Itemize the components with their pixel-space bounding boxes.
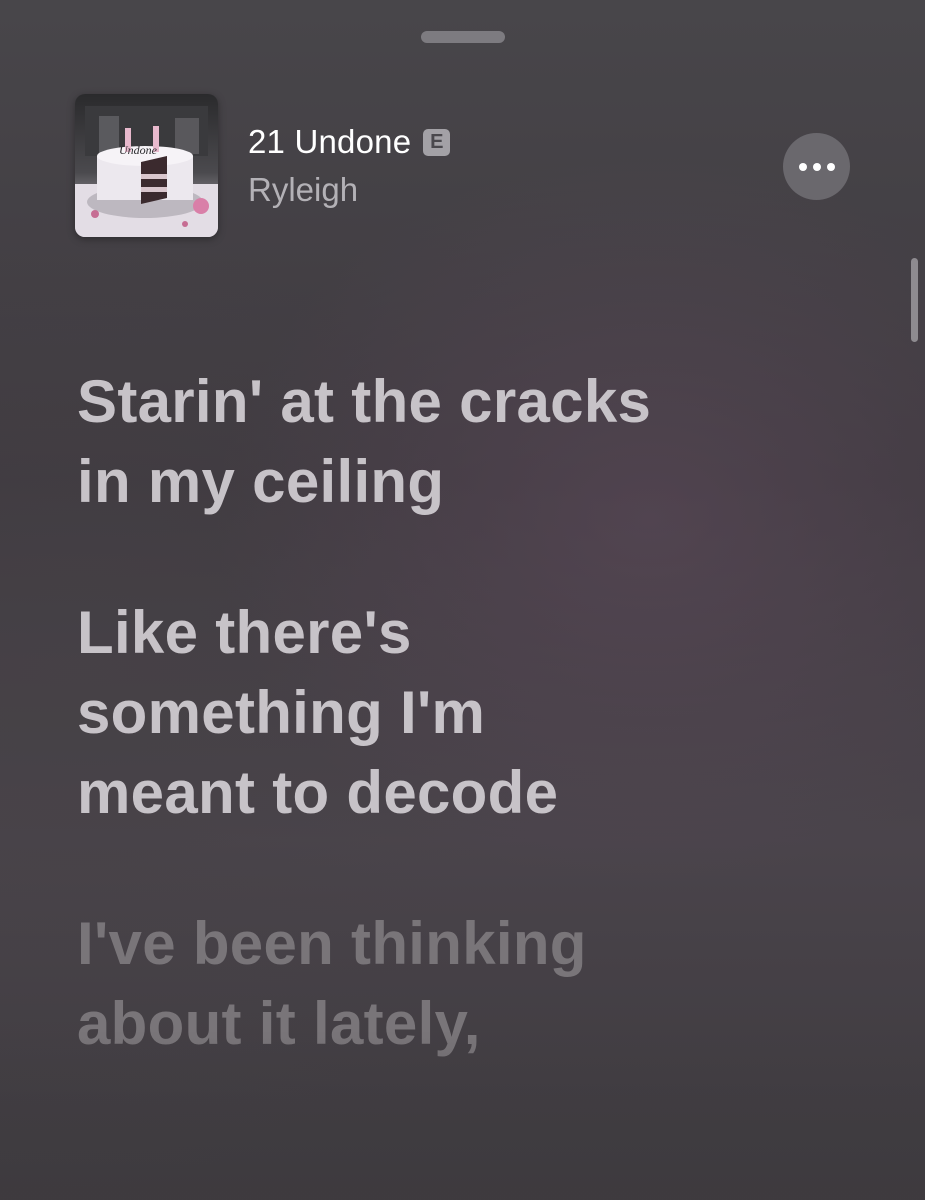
- lyrics-scrollbar[interactable]: [911, 258, 918, 342]
- explicit-badge-icon: E: [423, 128, 451, 156]
- lyrics-view[interactable]: Starin' at the cracks in my ceiling Like…: [77, 362, 837, 1135]
- lyric-line[interactable]: Like there's something I'm meant to deco…: [77, 593, 837, 833]
- lyric-line[interactable]: I've been thinking about it lately,: [77, 904, 837, 1064]
- ellipsis-icon-dot: [812, 162, 821, 171]
- cake-artwork-image: Undone: [75, 94, 218, 237]
- lyric-line[interactable]: Starin' at the cracks in my ceiling: [77, 362, 837, 522]
- artist-name[interactable]: Ryleigh: [248, 171, 358, 209]
- track-title: 21 Undone: [248, 123, 412, 160]
- track-title-row: 21 Undone E: [248, 121, 451, 163]
- ellipsis-icon-dot: [826, 162, 835, 171]
- sheet-grabber-handle[interactable]: [421, 31, 505, 43]
- ellipsis-icon-dot: [798, 162, 807, 171]
- more-options-button[interactable]: [783, 133, 850, 200]
- album-artwork[interactable]: Undone: [75, 94, 218, 237]
- artwork-cake-lettering: Undone: [119, 143, 158, 157]
